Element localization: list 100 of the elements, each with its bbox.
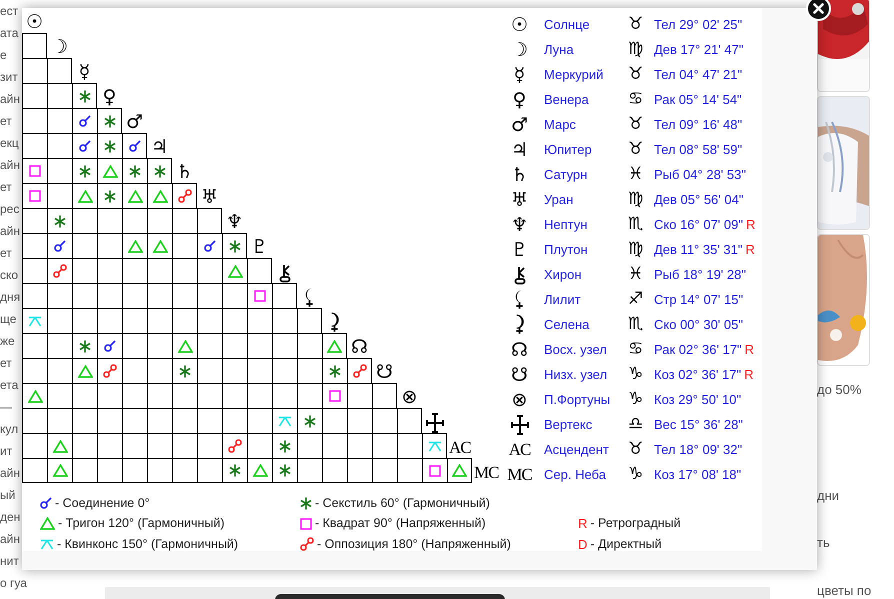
grid-cell [397,408,422,433]
grid-cell [172,433,197,458]
sextile-icon [300,496,312,510]
sextile-icon [179,364,191,378]
grid-cell [72,283,97,308]
grid-cell [97,408,122,433]
motion-mark: R [578,515,588,533]
planet-glyph: ☋ [511,364,528,386]
quincunx-icon [40,538,54,550]
planet-glyph: ♃ [150,136,168,158]
sign-glyph: ♏ [628,212,644,236]
planet-name: Селена [544,316,590,334]
grid-cell [22,83,47,108]
grid-cell [97,458,122,483]
planet-glyph: ☽ [510,38,528,60]
vertex-icon [510,414,528,434]
square-icon [29,165,41,177]
sextile-icon [279,464,291,477]
grid-cell [122,308,147,333]
legend-text: - Тригон 120° (Гармоничный) [58,515,225,532]
grid-cell [222,358,247,383]
trine-icon [40,517,55,530]
planet-glyph: ☿ [78,61,90,83]
grid-cell [122,283,147,308]
opposition-icon [352,364,366,378]
planet-glyph: MC [474,463,498,483]
planet-glyph: AC [449,438,471,458]
background-text: дня [0,289,20,306]
background-text: ден [0,509,20,526]
sextile-icon [104,114,116,128]
planet-name: Солнце [544,16,591,34]
sextile-icon [104,140,116,152]
background-text: айн [0,223,20,240]
grid-cell [372,383,397,408]
grid-cell [197,283,222,308]
planet-glyph: ♂ [510,114,528,136]
position-text: Ско 16° 07' 09" [654,216,743,234]
background-text: ет [0,113,12,130]
legend-text: - Секстиль 60° (Гармоничный) [315,494,490,512]
trine-icon [327,340,342,352]
trine-icon [452,464,467,477]
background-text: ета [0,377,18,394]
position-text: Рак 02° 36' 17" [654,340,742,359]
planet-name: Нептун [544,216,588,234]
planet-glyph: ♅ [200,186,218,208]
grid-cell [172,283,197,308]
motion-mark: R [746,240,755,259]
planet-glyph: ♀ [512,88,526,110]
sign-glyph: ♋ [628,88,644,111]
sign-glyph: ♓ [628,162,644,186]
sign-glyph: ♉ [628,438,644,461]
sextile-icon [229,464,241,477]
grid-cell [47,58,72,83]
planet-glyph: AC [508,440,530,460]
opposition-icon [300,537,314,552]
position-text: Тел 18° 09' 32" [654,440,742,459]
lilith-icon [513,289,526,310]
grid-cell [22,108,47,133]
grid-cell [347,433,372,458]
planet-name: Асцендент [544,440,610,459]
grid-cell [172,458,197,483]
planet-glyph: ⊗ [512,388,528,410]
trine-icon [102,164,118,178]
sign-glyph: ♐ [628,288,644,311]
grid-cell [197,308,222,333]
motion-mark: R [744,366,754,384]
planet-glyph: ♄ [510,164,528,186]
grid-cell [97,433,122,458]
planet-name: Сер. Неба [544,466,607,484]
background-text: айн [0,91,20,108]
grid-cell [197,383,222,408]
planet-name: Хирон [544,266,583,284]
position-text: Рыб 04° 28' 53" [654,166,746,184]
grid-cell [297,308,322,333]
planet-glyph: ♅ [510,188,528,210]
sextile-icon [304,414,316,428]
planet-name: Марс [544,116,577,134]
background-text: цветы по [817,582,872,599]
conjunction-icon [79,115,91,127]
sign-glyph: ♏ [628,312,644,336]
position-text: Вес 15° 36' 28" [654,416,743,434]
quincunx-icon [278,416,292,426]
quincunx-icon [428,440,442,452]
background-text: ет [0,179,12,196]
planet-glyph: ⊗ [402,386,418,408]
grid-cell [72,408,97,433]
grid-cell [372,458,397,483]
grid-cell [347,458,372,483]
grid-cell [147,283,172,308]
background-text: дни [817,486,840,505]
planet-glyph: ♆ [510,214,528,236]
sextile-icon [78,90,90,102]
background-text: кул [0,421,18,438]
trine-icon [52,440,68,452]
position-text: Ско 00° 30' 05" [654,316,743,334]
planet-name: Сатурн [544,166,588,184]
background-text: же [0,333,15,350]
background-text: айн [0,157,20,174]
legend-text: - Ретроградный [590,515,681,532]
trine-icon [152,190,168,202]
